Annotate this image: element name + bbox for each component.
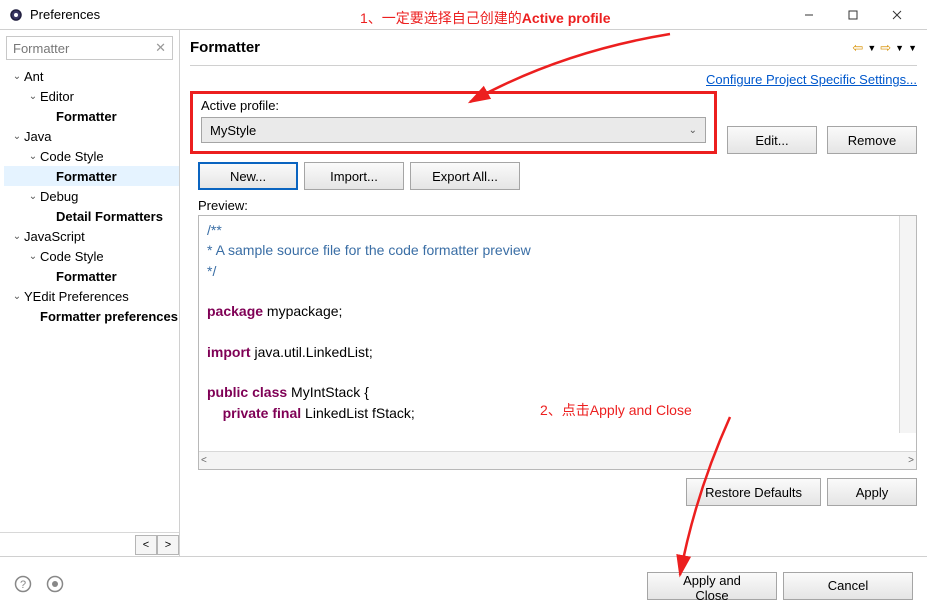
code-line: private final LinkedList fStack; — [207, 403, 908, 423]
tree-item-label: Formatter preferences — [40, 309, 178, 324]
tree-item-label: Formatter — [56, 169, 117, 184]
preview-pane: /** * A sample source file for the code … — [198, 215, 917, 470]
help-icon[interactable]: ? — [14, 575, 32, 596]
code-line: import java.util.LinkedList; — [207, 342, 908, 362]
cancel-button[interactable]: Cancel — [783, 572, 913, 600]
tree-item-formatter-preferences[interactable]: Formatter preferences — [4, 306, 179, 326]
code-line: package mypackage; — [207, 301, 908, 321]
maximize-button[interactable] — [831, 0, 875, 30]
twisty-icon[interactable]: ⌄ — [10, 291, 24, 302]
code-line — [207, 362, 908, 382]
active-profile-value: MyStyle — [210, 123, 256, 138]
filter-text: Formatter — [13, 41, 69, 56]
view-menu-icon[interactable]: ▼ — [908, 43, 917, 53]
twisty-icon[interactable]: ⌄ — [26, 191, 40, 202]
code-line — [207, 281, 908, 301]
code-line — [207, 321, 908, 341]
restore-defaults-button[interactable]: Restore Defaults — [686, 478, 821, 506]
forward-history-menu-icon[interactable]: ▼ — [895, 43, 904, 53]
tree-item-label: JavaScript — [24, 229, 85, 244]
code-line: * A sample source file for the code form… — [207, 240, 908, 260]
forward-history-icon[interactable]: ⇨ — [880, 40, 891, 56]
import-export-icon[interactable] — [46, 575, 64, 596]
tree-item-label: Code Style — [40, 149, 104, 164]
horizontal-scrollbar[interactable]: <> — [199, 451, 916, 469]
twisty-icon[interactable]: ⌄ — [26, 151, 40, 162]
page-title: Formatter — [190, 39, 260, 56]
tree-item-yedit-preferences[interactable]: ⌄YEdit Preferences — [4, 286, 179, 306]
tree-item-detail-formatters[interactable]: Detail Formatters — [4, 206, 179, 226]
code-line: /** — [207, 220, 908, 240]
tree-item-code-style[interactable]: ⌄Code Style — [4, 146, 179, 166]
tree-item-label: Code Style — [40, 249, 104, 264]
code-line: */ — [207, 261, 908, 281]
tree-item-label: Formatter — [56, 109, 117, 124]
new-button[interactable]: New... — [198, 162, 298, 190]
active-profile-select[interactable]: MyStyle ⌄ — [201, 117, 706, 143]
nav-back-button[interactable]: < — [135, 535, 157, 555]
twisty-icon[interactable]: ⌄ — [26, 91, 40, 102]
app-icon — [8, 7, 24, 23]
tree-item-debug[interactable]: ⌄Debug — [4, 186, 179, 206]
tree-item-formatter[interactable]: Formatter — [4, 266, 179, 286]
apply-and-close-button[interactable]: Apply and Close — [647, 572, 777, 600]
filter-input[interactable]: Formatter ✕ — [6, 36, 173, 60]
preferences-tree[interactable]: ⌄Ant⌄EditorFormatter⌄Java⌄Code StyleForm… — [0, 66, 179, 528]
minimize-button[interactable] — [787, 0, 831, 30]
code-line: public class MyIntStack { — [207, 382, 908, 402]
tree-item-label: Editor — [40, 89, 74, 104]
twisty-icon[interactable]: ⌄ — [10, 231, 24, 242]
tree-item-label: Debug — [40, 189, 78, 204]
preview-label: Preview: — [198, 198, 917, 213]
tree-item-code-style[interactable]: ⌄Code Style — [4, 246, 179, 266]
twisty-icon[interactable]: ⌄ — [10, 71, 24, 82]
tree-item-label: Formatter — [56, 269, 117, 284]
chevron-down-icon: ⌄ — [689, 125, 697, 136]
close-button[interactable] — [875, 0, 919, 30]
back-history-menu-icon[interactable]: ▼ — [867, 43, 876, 53]
tree-item-formatter[interactable]: Formatter — [4, 166, 179, 186]
apply-button[interactable]: Apply — [827, 478, 917, 506]
nav-forward-button[interactable]: > — [157, 535, 179, 555]
tree-item-java[interactable]: ⌄Java — [4, 126, 179, 146]
tree-item-ant[interactable]: ⌄Ant — [4, 66, 179, 86]
remove-button[interactable]: Remove — [827, 126, 917, 154]
tree-item-label: YEdit Preferences — [24, 289, 129, 304]
twisty-icon[interactable]: ⌄ — [10, 131, 24, 142]
active-profile-label: Active profile: — [201, 98, 706, 113]
export-all-button[interactable]: Export All... — [410, 162, 520, 190]
project-specific-link[interactable]: Configure Project Specific Settings... — [706, 72, 917, 87]
tree-item-javascript[interactable]: ⌄JavaScript — [4, 226, 179, 246]
clear-filter-icon[interactable]: ✕ — [155, 40, 166, 56]
back-history-icon[interactable]: ⇦ — [852, 40, 863, 56]
tree-item-label: Ant — [24, 69, 44, 84]
tree-item-editor[interactable]: ⌄Editor — [4, 86, 179, 106]
twisty-icon[interactable]: ⌄ — [26, 251, 40, 262]
tree-item-label: Java — [24, 129, 51, 144]
vertical-scrollbar[interactable] — [899, 216, 916, 433]
edit-button[interactable]: Edit... — [727, 126, 817, 154]
svg-text:?: ? — [20, 579, 26, 591]
window-title: Preferences — [30, 7, 100, 22]
import-button[interactable]: Import... — [304, 162, 404, 190]
tree-item-label: Detail Formatters — [56, 209, 163, 224]
tree-item-formatter[interactable]: Formatter — [4, 106, 179, 126]
